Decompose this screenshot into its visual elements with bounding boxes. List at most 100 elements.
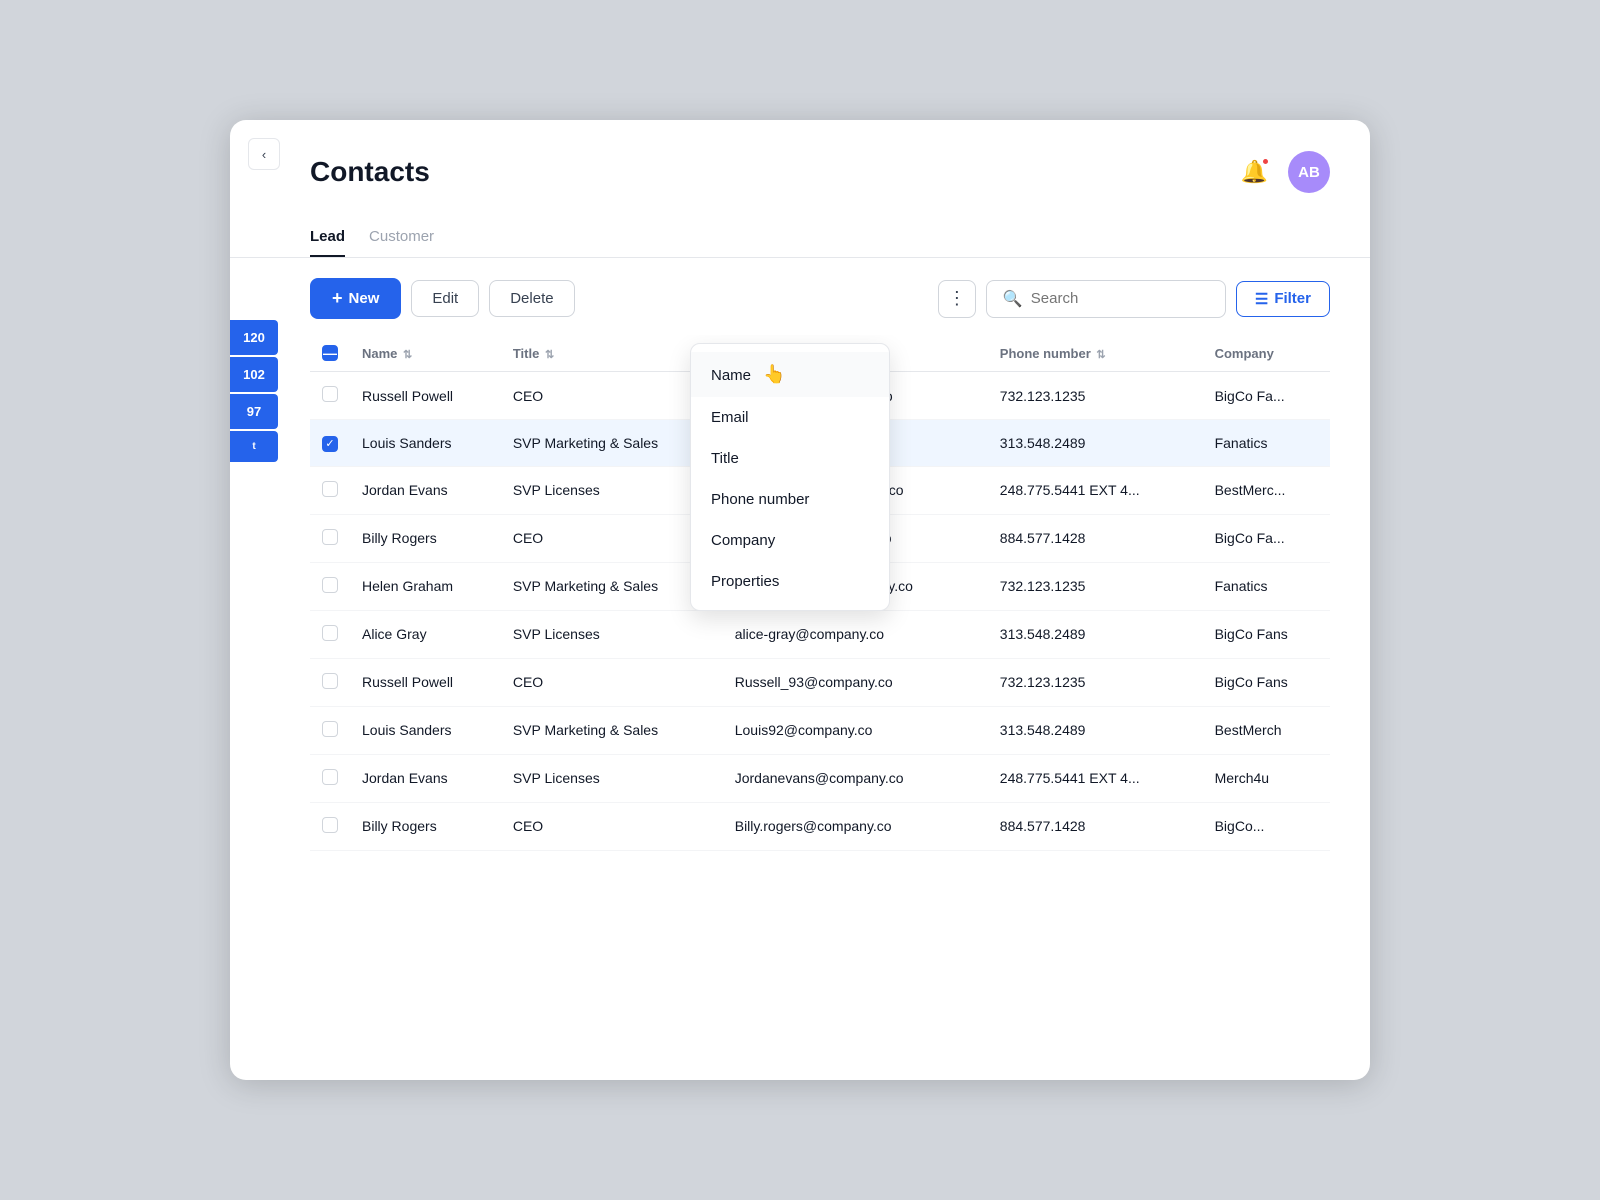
row-checkbox[interactable] bbox=[322, 386, 338, 402]
header-phone[interactable]: Phone number ⇅ bbox=[988, 335, 1203, 372]
search-input[interactable] bbox=[1031, 290, 1209, 307]
table-row: Jordan EvansSVP LicensesJordanevans@comp… bbox=[310, 754, 1330, 802]
dropdown-item-company[interactable]: Company bbox=[691, 520, 889, 561]
cell-phone: 884.577.1428 bbox=[988, 514, 1203, 562]
table-area: — Name ⇅ Title ⇅ Email ⇅ Pho bbox=[230, 335, 1370, 1080]
cell-company: BigCo Fans bbox=[1203, 658, 1330, 706]
edit-button[interactable]: Edit bbox=[411, 280, 479, 317]
cell-phone: 248.775.5441 EXT 4... bbox=[988, 754, 1203, 802]
column-filter-dropdown: Name 👆 Email Title Phone number Company … bbox=[690, 343, 890, 611]
row-checkbox[interactable] bbox=[322, 673, 338, 689]
cell-email: Jordanevans@company.co bbox=[723, 754, 988, 802]
app-window: ‹ 120 102 97 t Contacts 🔔 AB bbox=[230, 120, 1370, 1080]
toolbar: + New Edit Delete ⋮ 🔍 ☰ Filter bbox=[230, 258, 1370, 335]
cell-phone: 313.548.2489 bbox=[988, 420, 1203, 467]
row-checkbox-cell bbox=[310, 754, 350, 802]
cell-email: Billy.rogers@company.co bbox=[723, 802, 988, 850]
cell-phone: 248.775.5441 EXT 4... bbox=[988, 466, 1203, 514]
row-checkbox-cell bbox=[310, 562, 350, 610]
cell-name: Jordan Evans bbox=[350, 466, 501, 514]
cell-name: Jordan Evans bbox=[350, 754, 501, 802]
row-checkbox-cell: ✓ bbox=[310, 420, 350, 467]
cell-company: Fanatics bbox=[1203, 562, 1330, 610]
row-checkbox[interactable]: ✓ bbox=[322, 436, 338, 452]
table-row: Billy RogersCEOBilly.rogers@company.co88… bbox=[310, 802, 1330, 850]
cell-company: Merch4u bbox=[1203, 754, 1330, 802]
row-checkbox[interactable] bbox=[322, 577, 338, 593]
table-row: Russell PowellCEORussell_93@company.co73… bbox=[310, 658, 1330, 706]
sidebar-badge-t[interactable]: t bbox=[230, 431, 278, 462]
sidebar-badge-97[interactable]: 97 bbox=[230, 394, 278, 429]
search-icon: 🔍 bbox=[1003, 289, 1023, 309]
header-right: 🔔 AB bbox=[1237, 151, 1330, 193]
notification-button[interactable]: 🔔 bbox=[1237, 155, 1272, 189]
cell-name: Billy Rogers bbox=[350, 802, 501, 850]
avatar[interactable]: AB bbox=[1288, 151, 1330, 193]
more-icon: ⋮ bbox=[948, 288, 966, 309]
dropdown-item-properties[interactable]: Properties bbox=[691, 561, 889, 602]
page-title: Contacts bbox=[310, 156, 430, 188]
sidebar-badge-102[interactable]: 102 bbox=[230, 357, 278, 392]
cell-email: Russell_93@company.co bbox=[723, 658, 988, 706]
cell-phone: 884.577.1428 bbox=[988, 802, 1203, 850]
sort-phone-icon: ⇅ bbox=[1096, 349, 1105, 361]
more-options-button[interactable]: ⋮ bbox=[938, 280, 976, 318]
cell-name: Helen Graham bbox=[350, 562, 501, 610]
collapse-button[interactable]: ‹ bbox=[248, 138, 280, 170]
dropdown-item-phone[interactable]: Phone number bbox=[691, 479, 889, 520]
cell-company: BestMerc... bbox=[1203, 466, 1330, 514]
collapse-icon: ‹ bbox=[262, 147, 266, 162]
cell-phone: 313.548.2489 bbox=[988, 610, 1203, 658]
cell-company: BigCo Fa... bbox=[1203, 372, 1330, 420]
row-checkbox[interactable] bbox=[322, 529, 338, 545]
dropdown-item-name[interactable]: Name 👆 bbox=[691, 352, 889, 397]
dropdown-item-email[interactable]: Email bbox=[691, 397, 889, 438]
row-checkbox-cell bbox=[310, 802, 350, 850]
cell-name: Russell Powell bbox=[350, 658, 501, 706]
cell-email: Louis92@company.co bbox=[723, 706, 988, 754]
cell-name: Russell Powell bbox=[350, 372, 501, 420]
tab-lead[interactable]: Lead bbox=[310, 228, 345, 257]
filter-button[interactable]: ☰ Filter bbox=[1236, 281, 1330, 317]
search-box: 🔍 bbox=[986, 280, 1226, 318]
table-row: Louis SandersSVP Marketing & SalesLouis9… bbox=[310, 706, 1330, 754]
row-checkbox-cell bbox=[310, 372, 350, 420]
row-checkbox-cell bbox=[310, 610, 350, 658]
cell-company: Fanatics bbox=[1203, 420, 1330, 467]
row-checkbox[interactable] bbox=[322, 481, 338, 497]
row-checkbox-cell bbox=[310, 466, 350, 514]
cell-phone: 732.123.1235 bbox=[988, 562, 1203, 610]
new-button[interactable]: + New bbox=[310, 278, 401, 319]
notification-dot bbox=[1261, 157, 1270, 166]
header-company[interactable]: Company bbox=[1203, 335, 1330, 372]
select-all-checkbox[interactable]: — bbox=[322, 345, 338, 361]
row-checkbox[interactable] bbox=[322, 625, 338, 641]
header: Contacts 🔔 AB bbox=[230, 120, 1370, 200]
cell-phone: 313.548.2489 bbox=[988, 706, 1203, 754]
row-checkbox-cell bbox=[310, 514, 350, 562]
cell-title: SVP Licenses bbox=[501, 754, 723, 802]
row-checkbox[interactable] bbox=[322, 721, 338, 737]
cell-name: Alice Gray bbox=[350, 610, 501, 658]
row-checkbox[interactable] bbox=[322, 769, 338, 785]
row-checkbox-cell bbox=[310, 706, 350, 754]
sidebar-badge-120[interactable]: 120 bbox=[230, 320, 278, 355]
cell-title: CEO bbox=[501, 802, 723, 850]
filter-icon: ☰ bbox=[1255, 290, 1268, 308]
delete-button[interactable]: Delete bbox=[489, 280, 574, 317]
cell-company: BestMerch bbox=[1203, 706, 1330, 754]
cursor-icon: 👆 bbox=[763, 364, 785, 385]
header-name[interactable]: Name ⇅ bbox=[350, 335, 501, 372]
dropdown-item-title[interactable]: Title bbox=[691, 438, 889, 479]
table-row: Alice GraySVP Licensesalice-gray@company… bbox=[310, 610, 1330, 658]
plus-icon: + bbox=[332, 288, 343, 309]
cell-company: BigCo Fans bbox=[1203, 610, 1330, 658]
cell-name: Billy Rogers bbox=[350, 514, 501, 562]
sort-title-icon: ⇅ bbox=[545, 349, 554, 361]
row-checkbox[interactable] bbox=[322, 817, 338, 833]
cell-name: Louis Sanders bbox=[350, 420, 501, 467]
cell-title: SVP Licenses bbox=[501, 610, 723, 658]
tab-customer[interactable]: Customer bbox=[369, 228, 434, 257]
header-checkbox-cell: — bbox=[310, 335, 350, 372]
sort-name-icon: ⇅ bbox=[403, 349, 412, 361]
